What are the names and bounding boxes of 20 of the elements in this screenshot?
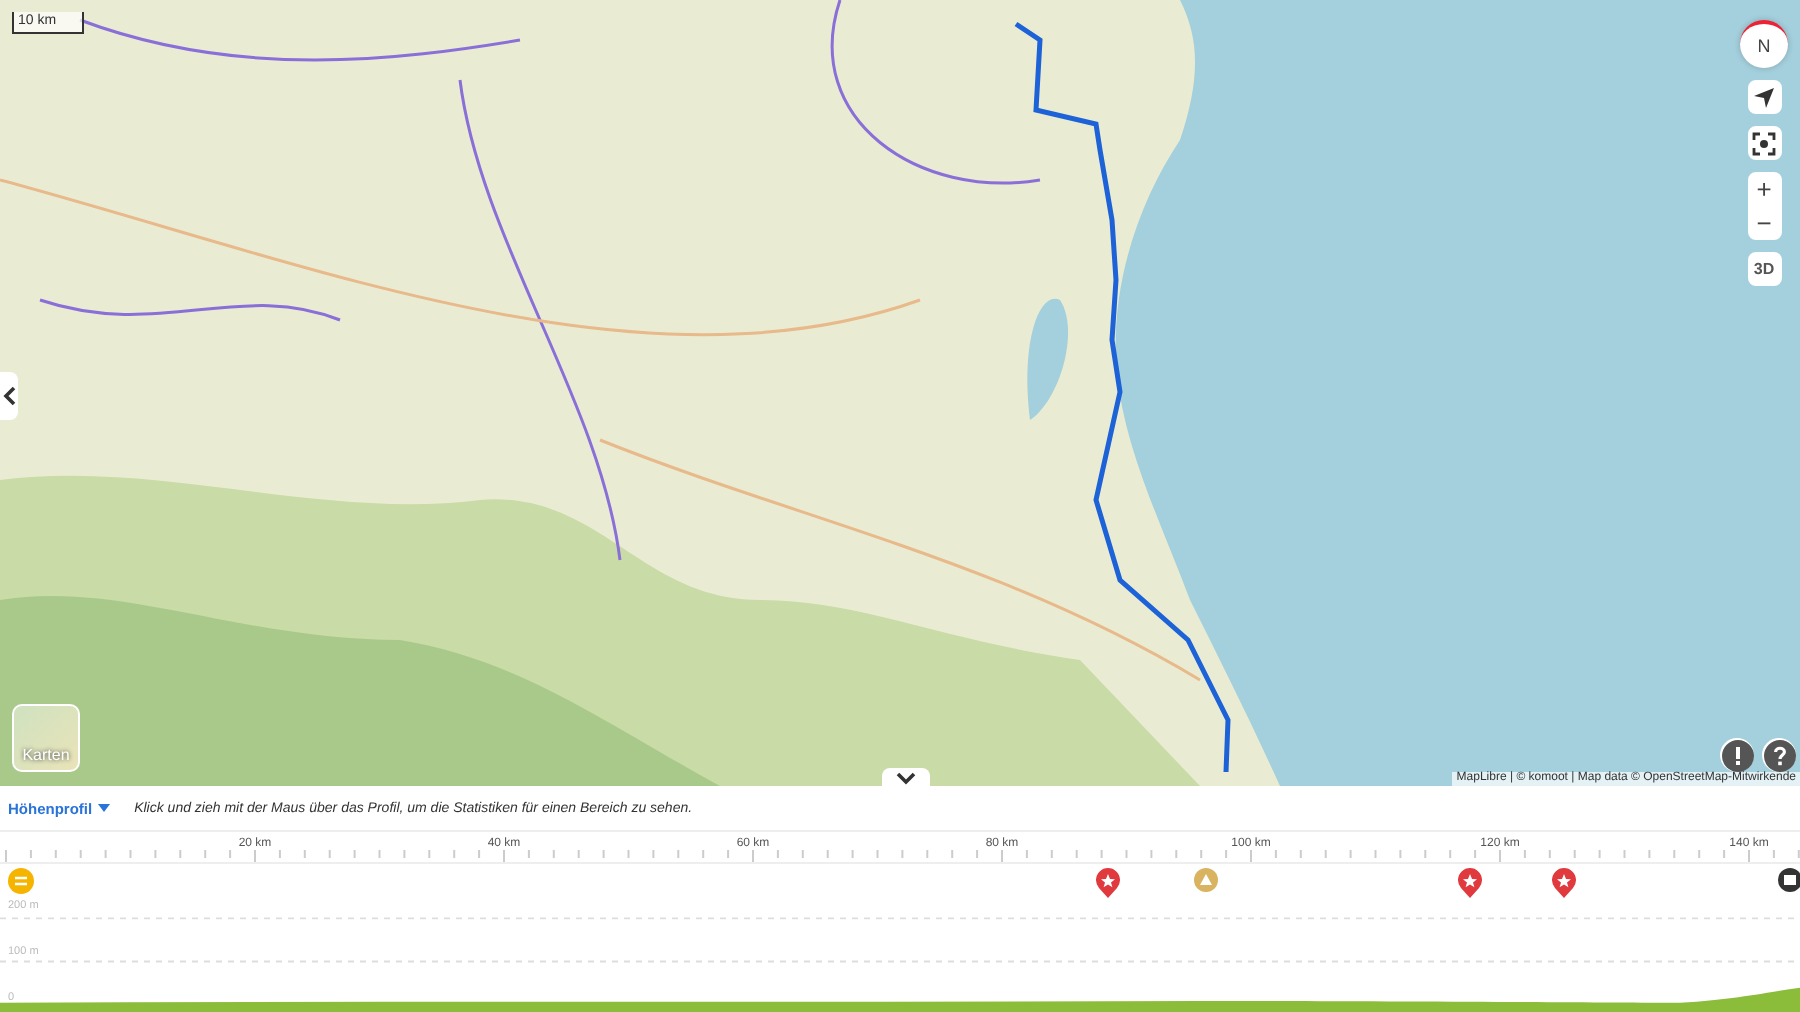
arrow-icon — [1752, 85, 1776, 109]
exclamation-icon — [1721, 739, 1753, 771]
fit-view-button[interactable] — [1747, 126, 1781, 160]
caret-icon — [98, 804, 111, 812]
zoom-out-button[interactable]: − — [1747, 206, 1781, 240]
star-pin-icon[interactable] — [1458, 868, 1482, 898]
poi-marker-icon[interactable] — [1194, 868, 1218, 892]
chevron-down-icon — [896, 771, 916, 785]
collapse-sidebar-button[interactable] — [0, 372, 18, 420]
collapse-profile-button[interactable] — [882, 768, 930, 786]
star-pin-icon[interactable] — [1096, 868, 1120, 898]
question-icon — [1763, 739, 1795, 771]
locate-button[interactable] — [1747, 80, 1781, 114]
zoom-in-button[interactable]: + — [1747, 172, 1781, 206]
end-marker-icon[interactable] — [1778, 868, 1800, 892]
chevron-left-icon — [1, 386, 17, 406]
start-marker-icon[interactable] — [8, 868, 34, 894]
star-pin-icon[interactable] — [1552, 868, 1576, 898]
3d-view-button[interactable]: 3D — [1747, 252, 1781, 286]
focus-icon — [1752, 131, 1776, 155]
